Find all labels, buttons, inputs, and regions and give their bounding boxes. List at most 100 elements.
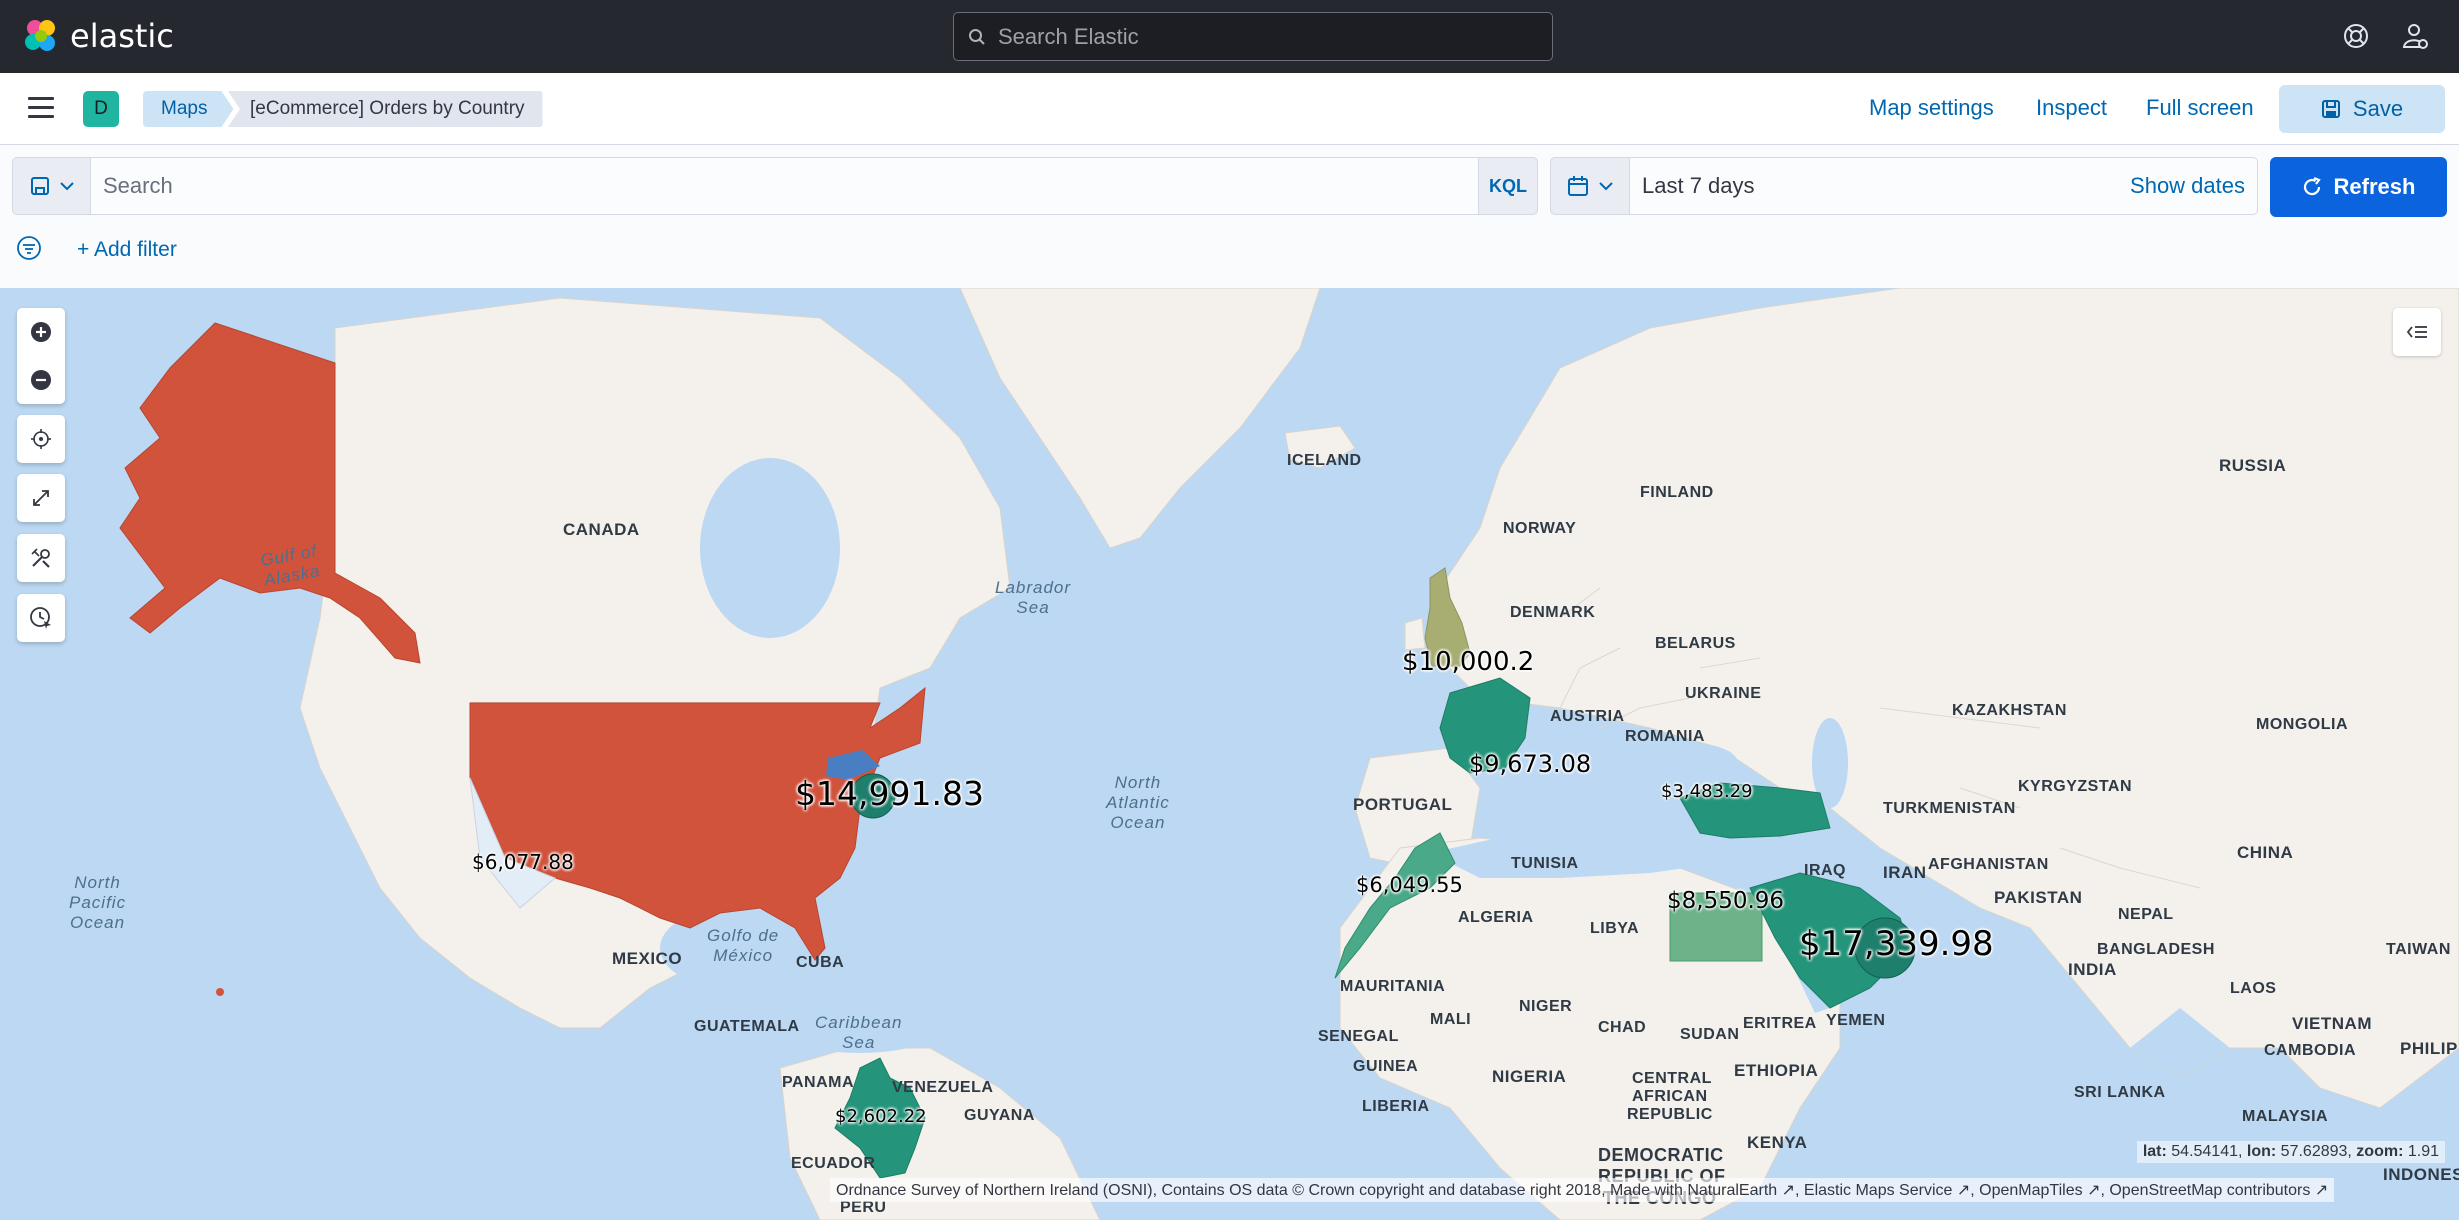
country-label: BELARUS: [1655, 635, 1736, 652]
country-label: IRAQ: [1804, 862, 1846, 879]
user-menu-icon[interactable]: [2400, 21, 2430, 51]
country-label: VENEZUELA: [892, 1079, 994, 1096]
global-search-input[interactable]: [998, 23, 1518, 50]
filter-icon[interactable]: [16, 235, 42, 261]
value-label-turkey: $3,483.29: [1661, 781, 1753, 802]
tools-button[interactable]: [17, 534, 65, 582]
attribution-link-osm[interactable]: OpenStreetMap contributors: [2109, 1182, 2310, 1199]
save-button[interactable]: Save: [2279, 85, 2445, 133]
breadcrumb-maps[interactable]: Maps: [143, 91, 233, 127]
help-icon[interactable]: [2341, 21, 2371, 51]
global-search[interactable]: [953, 12, 1553, 61]
tools-control: [17, 534, 65, 582]
timeslider-button[interactable]: [17, 594, 65, 642]
reset-view-icon: [31, 429, 51, 449]
country-label: TUNISIA: [1511, 855, 1579, 872]
attribution-link-ems[interactable]: Elastic Maps Service: [1804, 1182, 1953, 1199]
query-input[interactable]: [103, 173, 1463, 199]
region-hawaii: [216, 988, 224, 996]
land-greenland: [959, 288, 1321, 549]
water-black-sea: [1642, 743, 1738, 783]
country-label: MEXICO: [612, 949, 683, 968]
country-label: ETHIOPIA: [1734, 1061, 1819, 1080]
space-avatar[interactable]: D: [83, 91, 119, 127]
lon-value: 57.62893: [2280, 1143, 2348, 1160]
zoom-label: zoom:: [2356, 1143, 2404, 1160]
value-label-usa: $14,991.83: [795, 774, 984, 813]
inspect-link[interactable]: Inspect: [2036, 95, 2107, 121]
country-label: DENMARK: [1510, 604, 1596, 621]
show-dates-link[interactable]: Show dates: [2130, 173, 2245, 199]
country-label: VIETNAM: [2292, 1014, 2372, 1033]
country-label: CUBA: [796, 954, 845, 971]
country-label: AFGHANISTAN: [1928, 856, 2049, 873]
value-label-mexico: $6,077.88: [472, 850, 574, 874]
refresh-label: Refresh: [2333, 174, 2416, 199]
map-canvas[interactable]: CANADA RUSSIA ICELAND FINLAND NORWAY DEN…: [0, 288, 2459, 1220]
external-link-icon: ↗: [2087, 1182, 2101, 1199]
query-bar: KQL Last 7 days Show dates Refresh + Add…: [0, 145, 2459, 288]
chevron-down-icon: [59, 182, 74, 191]
fit-bounds-button[interactable]: [17, 474, 65, 522]
zoom-out-icon: [31, 370, 51, 390]
value-label-saudi-arabia: $17,339.98: [1799, 924, 1994, 964]
zoom-in-button[interactable]: [17, 308, 65, 356]
country-label: SUDAN: [1680, 1026, 1740, 1043]
refresh-icon: [2303, 177, 2321, 196]
value-label-morocco: $6,049.55: [1356, 873, 1463, 897]
country-label: ECUADOR: [791, 1155, 876, 1172]
external-link-icon: ↗: [1956, 1182, 1971, 1199]
country-label: SRI LANKA: [2074, 1084, 2166, 1101]
sea-label: Labrador Sea: [995, 578, 1072, 617]
quick-date-menu[interactable]: [1550, 157, 1630, 215]
sea-label: North Atlantic Ocean: [1106, 773, 1170, 832]
country-label: MALI: [1430, 1011, 1472, 1028]
app-navbar: D [eCommerce] Orders by Country Maps Map…: [0, 73, 2459, 145]
query-search[interactable]: [90, 157, 1478, 215]
country-label: PORTUGAL: [1353, 795, 1453, 814]
date-picker[interactable]: Last 7 days Show dates: [1630, 157, 2258, 215]
zoom-value: 1.91: [2407, 1143, 2439, 1160]
search-icon: [969, 28, 985, 45]
refresh-button[interactable]: Refresh: [2270, 157, 2447, 217]
menu-toggle-icon[interactable]: [28, 97, 54, 119]
lon-label: lon:: [2246, 1143, 2277, 1160]
country-label: ICELAND: [1287, 452, 1362, 469]
country-label: LIBERIA: [1362, 1098, 1430, 1115]
country-label: INDONESI: [2383, 1165, 2459, 1184]
reset-view-button[interactable]: [17, 415, 65, 463]
country-label: DEMOCRATIC: [1598, 1145, 1724, 1165]
country-label: GUATEMALA: [694, 1018, 800, 1035]
sea-label: Caribbean Sea: [815, 1013, 903, 1052]
water-arabian-sea: [1880, 958, 2080, 1108]
region-ireland: [1404, 617, 1426, 651]
fit-bounds-control: [17, 474, 65, 522]
value-label-egypt: $8,550.96: [1667, 888, 1785, 914]
query-language-button[interactable]: KQL: [1478, 157, 1538, 215]
saved-query-menu[interactable]: [12, 157, 90, 215]
calendar-icon: [1568, 176, 1588, 196]
attribution-link-openmaptiles[interactable]: OpenMapTiles: [1979, 1182, 2082, 1199]
country-label: PANAMA: [782, 1074, 855, 1091]
top-header: elastic: [0, 0, 2459, 73]
country-label: NIGER: [1519, 998, 1573, 1015]
country-label: LAOS: [2230, 980, 2277, 997]
country-label: ROMANIA: [1625, 728, 1705, 745]
map-attribution: Ordnance Survey of Northern Ireland (OSN…: [830, 1178, 2335, 1202]
map-settings-link[interactable]: Map settings: [1869, 95, 1994, 121]
zoom-out-button[interactable]: [17, 356, 65, 404]
country-label: GUYANA: [964, 1107, 1035, 1124]
country-label: UKRAINE: [1685, 685, 1762, 702]
lat-value: 54.54141: [2171, 1143, 2238, 1160]
country-label: NIGERIA: [1492, 1067, 1567, 1086]
legend-toggle-button[interactable]: [2393, 308, 2441, 356]
save-label: Save: [2352, 96, 2404, 121]
add-filter-link[interactable]: + Add filter: [77, 238, 177, 262]
country-label: LIBYA: [1590, 920, 1640, 937]
land-north-america: [299, 297, 1011, 1029]
logo-text: elastic: [70, 17, 174, 55]
full-screen-link[interactable]: Full screen: [2146, 95, 2254, 121]
map-basemap[interactable]: [0, 288, 2459, 1220]
country-label: AFRICAN: [1632, 1088, 1708, 1105]
elastic-logo[interactable]: elastic: [22, 17, 174, 55]
